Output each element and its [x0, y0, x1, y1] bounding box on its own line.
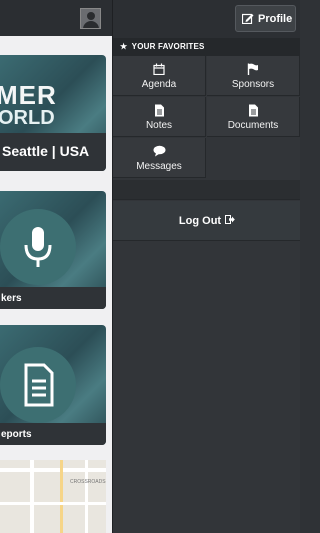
map-road: [85, 460, 88, 533]
sign-out-icon: [225, 214, 235, 227]
flag-icon: [207, 63, 299, 77]
favorite-sponsors-label: Sponsors: [231, 79, 275, 90]
speakers-icon-circle: [0, 209, 76, 285]
favorite-notes[interactable]: Notes: [113, 97, 206, 137]
favorite-agenda[interactable]: Agenda: [113, 56, 206, 96]
empty-tile: [207, 138, 300, 179]
favorites-header: ★ YOUR FAVORITES: [113, 38, 300, 56]
avatar-head: [87, 12, 95, 20]
document-icon: [207, 104, 299, 118]
map-road: [0, 502, 106, 505]
microphone-icon: [24, 227, 52, 267]
favorite-messages[interactable]: Messages: [113, 138, 206, 178]
reports-label: eports: [0, 423, 106, 445]
star-icon: ★: [120, 42, 128, 51]
profile-button-label: Profile: [258, 12, 293, 25]
map-road: [30, 460, 34, 533]
calendar-icon: [113, 63, 205, 77]
map-highway: [60, 460, 63, 533]
event-location: Seattle | USA: [0, 133, 106, 171]
favorite-documents[interactable]: Documents: [207, 97, 300, 137]
event-banner-line2: ORLD: [0, 107, 55, 129]
top-bar: [0, 0, 112, 36]
event-card[interactable]: MER ORLD Seattle | USA: [0, 55, 106, 171]
reports-card[interactable]: eports: [0, 325, 106, 445]
map-place-label: CROSSROADS: [70, 479, 106, 485]
speakers-card[interactable]: kers: [0, 191, 106, 309]
speakers-label: kers: [0, 287, 106, 309]
map-preview[interactable]: CROSSROADS: [0, 460, 106, 533]
menu-divider: [113, 180, 300, 200]
profile-button[interactable]: Profile: [235, 5, 296, 32]
reports-icon-circle: [0, 347, 76, 423]
side-drawer: Profile ★ YOUR FAVORITES Agenda Sponsors…: [112, 0, 300, 533]
drawer-header: Profile: [113, 0, 300, 38]
document-icon: [113, 104, 205, 118]
map-road: [0, 468, 106, 472]
chat-bubble-icon: [113, 145, 205, 159]
favorite-messages-label: Messages: [136, 161, 182, 172]
logout-label: Log Out: [178, 214, 222, 227]
favorites-header-label: YOUR FAVORITES: [131, 42, 205, 51]
favorite-agenda-label: Agenda: [141, 79, 177, 90]
report-document-icon: [24, 363, 54, 407]
avatar-body: [83, 21, 99, 28]
logout-button[interactable]: Log Out: [113, 201, 300, 241]
main-content-peek: MER ORLD Seattle | USA kers eports CROSS…: [0, 0, 112, 533]
app-screen: MER ORLD Seattle | USA kers eports CROSS…: [0, 0, 300, 533]
favorite-documents-label: Documents: [227, 120, 279, 131]
favorite-sponsors[interactable]: Sponsors: [207, 56, 300, 96]
edit-icon: [242, 13, 254, 24]
avatar[interactable]: [80, 8, 101, 29]
event-banner-line1: MER: [0, 80, 57, 110]
favorite-notes-label: Notes: [145, 120, 173, 131]
